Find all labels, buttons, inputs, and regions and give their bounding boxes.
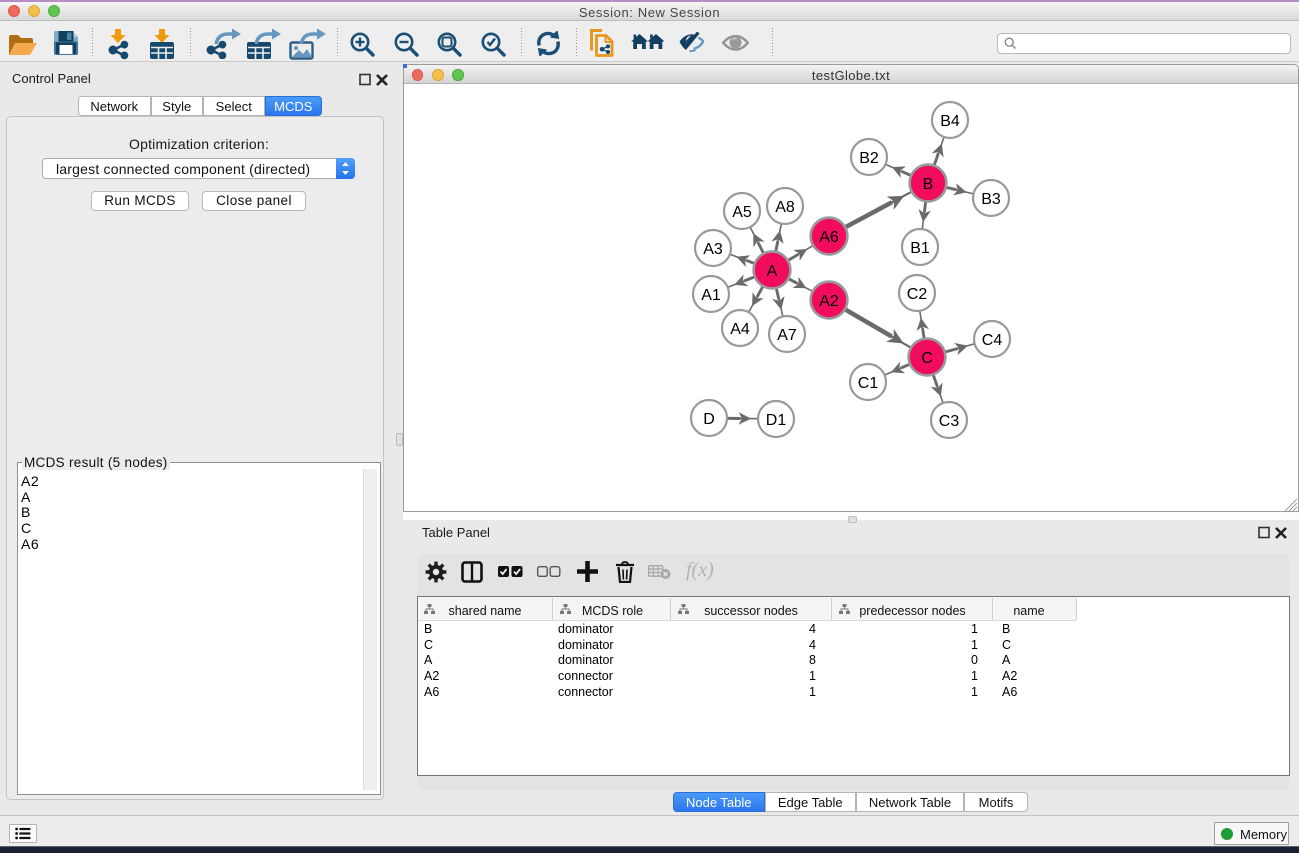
svg-text:B3: B3: [981, 191, 1001, 208]
svg-text:B1: B1: [910, 240, 930, 257]
svg-text:D: D: [703, 411, 715, 428]
svg-text:A7: A7: [777, 327, 797, 344]
svg-text:B2: B2: [859, 150, 879, 167]
svg-text:C4: C4: [982, 332, 1003, 349]
svg-text:A8: A8: [775, 199, 795, 216]
svg-text:A1: A1: [701, 287, 721, 304]
svg-text:C3: C3: [939, 413, 960, 430]
svg-text:D1: D1: [766, 412, 787, 429]
svg-text:C1: C1: [858, 375, 879, 392]
svg-text:C2: C2: [907, 286, 928, 303]
svg-text:A3: A3: [703, 241, 723, 258]
svg-text:A4: A4: [730, 321, 750, 338]
svg-text:C: C: [921, 350, 933, 367]
svg-text:A: A: [767, 263, 778, 280]
svg-text:A6: A6: [819, 229, 839, 246]
svg-text:B: B: [923, 176, 934, 193]
svg-text:A2: A2: [819, 293, 839, 310]
svg-text:B4: B4: [940, 113, 960, 130]
svg-text:A5: A5: [732, 204, 752, 221]
